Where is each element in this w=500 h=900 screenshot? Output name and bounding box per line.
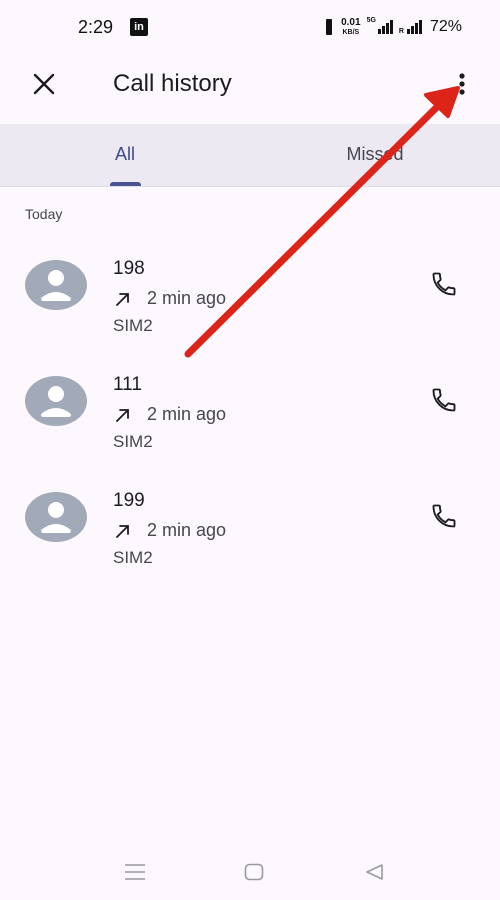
- call-list-item[interactable]: 199 2 min ago SIM2: [0, 476, 500, 592]
- call-back-button[interactable]: [424, 380, 464, 420]
- contact-avatar-icon: [25, 376, 87, 426]
- signal-icon-2: [406, 20, 422, 34]
- system-nav-bar: [0, 845, 500, 900]
- outgoing-call-arrow-icon: [116, 524, 129, 538]
- call-sim: SIM2: [113, 316, 153, 335]
- signal-icon: [377, 20, 393, 34]
- phone-icon: [432, 388, 456, 412]
- status-bar: 2:29 in 0.01 KB/S 5G R 72%: [0, 0, 500, 54]
- call-back-button[interactable]: [424, 264, 464, 304]
- network-speed: 0.01 KB/S: [341, 16, 361, 37]
- more-options-button[interactable]: [446, 66, 478, 102]
- call-time-row: 2 min ago: [113, 404, 226, 425]
- back-triangle-icon: [366, 864, 383, 880]
- network-type-label: 5G: [366, 16, 376, 24]
- call-sim: SIM2: [113, 432, 153, 451]
- recents-button[interactable]: [120, 859, 150, 885]
- call-number: 111: [113, 374, 142, 395]
- outgoing-call-arrow-icon: [116, 292, 129, 306]
- call-time: 2 min ago: [147, 288, 227, 308]
- call-time: 2 min ago: [147, 404, 227, 424]
- call-time: 2 min ago: [147, 520, 227, 540]
- home-button[interactable]: [239, 859, 269, 885]
- call-back-button[interactable]: [424, 496, 464, 536]
- app-bar: Call history: [0, 54, 500, 124]
- tab-missed-label: Missed: [346, 144, 404, 164]
- close-button[interactable]: [26, 66, 62, 102]
- call-list-item[interactable]: 111 2 min ago SIM2: [0, 360, 500, 476]
- status-icons: 0.01 KB/S 5G R 72%: [323, 16, 462, 38]
- menu-lines-icon: [125, 864, 145, 880]
- call-time-row: 2 min ago: [113, 288, 226, 309]
- outgoing-call-arrow-icon: [116, 408, 129, 422]
- close-icon: [33, 73, 55, 95]
- tab-bar: All Missed: [0, 124, 500, 187]
- phone-icon: [432, 504, 456, 528]
- page-title: Call history: [113, 70, 232, 97]
- call-sim: SIM2: [113, 548, 153, 567]
- tab-missed[interactable]: Missed: [250, 124, 500, 186]
- back-button[interactable]: [359, 859, 389, 885]
- contact-avatar-icon: [25, 492, 87, 542]
- network-speed-unit: KB/S: [342, 28, 360, 36]
- linkedin-icon: in: [130, 18, 148, 36]
- call-number: 199: [113, 490, 145, 511]
- home-square-icon: [244, 863, 264, 881]
- call-history-screen: 2:29 in 0.01 KB/S 5G R 72% Call history …: [0, 0, 500, 900]
- call-number: 198: [113, 258, 145, 279]
- tab-all-label: All: [114, 144, 135, 164]
- status-time: 2:29: [78, 17, 114, 37]
- network-speed-value: 0.01: [341, 16, 361, 28]
- more-vert-icon: [459, 73, 465, 95]
- battery-level: 72%: [429, 18, 462, 35]
- call-list-item[interactable]: 198 2 min ago SIM2: [0, 244, 500, 360]
- contact-avatar-icon: [25, 260, 87, 310]
- tab-all[interactable]: All: [0, 124, 250, 186]
- roaming-label: R: [398, 27, 404, 35]
- phone-icon: [432, 272, 456, 296]
- tab-selected-indicator: [110, 182, 141, 186]
- section-header-today: Today: [25, 206, 63, 222]
- vibrate-icon: [323, 19, 335, 35]
- call-time-row: 2 min ago: [113, 520, 226, 541]
